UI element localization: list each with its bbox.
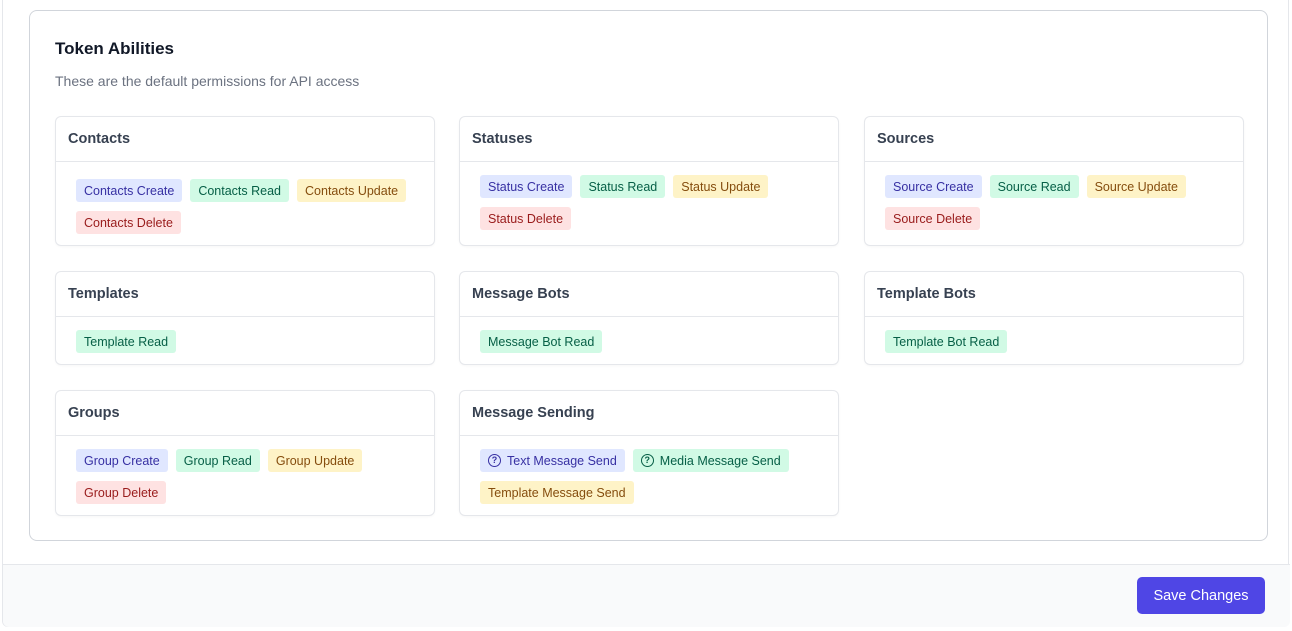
question-circle-icon[interactable]: ? [488,454,501,467]
ability-pill-label: Group Create [84,453,160,468]
ability-pill-label: Text Message Send [507,453,617,468]
ability-pill-label: Status Delete [488,211,564,226]
ability-pill: Template Message Send [480,481,634,504]
save-changes-button[interactable]: Save Changes [1137,577,1265,614]
ability-pill-list: ? Text Message Send? Media Message Send Tem… [460,436,838,504]
ability-pill: Template Bot Read [885,330,1008,353]
ability-pill-list: Template Read [56,317,434,353]
ability-pill: Message Bot Read [480,330,603,353]
ability-pill-label: Group Delete [84,485,159,500]
ability-pill-label: Group Read [183,453,252,468]
ability-pill-label: Template Bot Read [893,334,1000,349]
ability-pill: Group Read [175,449,260,472]
ability-pill-list: Template Bot Read [865,317,1243,353]
ability-pill: ? Media Message Send [632,449,789,472]
ability-pill-label: Contacts Create [84,183,175,198]
ability-pill-label: Contacts Read [198,183,282,198]
token-abilities-card: Token Abilities These are the default pe… [29,10,1268,541]
ability-pill-label: Source Read [997,179,1071,194]
settings-panel: Token Abilities These are the default pe… [2,0,1290,627]
ability-pill: Group Create [76,449,168,472]
ability-pill-label: Template Message Send [488,485,626,500]
ability-pill: Contacts Delete [76,211,181,234]
ability-pill-label: Source Delete [893,211,973,226]
ability-pill: Source Create [885,175,982,198]
ability-group-title: Groups [56,391,434,436]
ability-group-statuses: Statuses Status Create Status Read Status … [459,116,839,246]
ability-pill-label: Status Create [488,179,565,194]
ability-pill-list: Source Create Source Read Source Update Sou… [865,162,1243,230]
ability-pill-label: Contacts Update [305,183,399,198]
ability-group-title: Sources [865,117,1243,162]
ability-pill-label: Group Update [275,453,355,468]
ability-group-templates: Templates Template Read [55,271,435,365]
ability-group-sources: Sources Source Create Source Read Source U… [864,116,1244,246]
ability-pill-label: Source Create [893,179,974,194]
ability-pill-list: Message Bot Read [460,317,838,353]
ability-pill: Source Delete [885,207,981,230]
ability-pill-label: Contacts Delete [84,215,173,230]
ability-group-title: Message Sending [460,391,838,436]
ability-pill: Source Read [989,175,1079,198]
question-circle-icon[interactable]: ? [640,454,654,467]
ability-pill: Template Read [76,330,177,353]
ability-group-title: Contacts [56,117,434,162]
ability-pill: Status Delete [480,207,572,230]
ability-group-contacts: Contacts Contacts Create Contacts Read Con… [55,116,435,246]
ability-pill: Contacts Create [76,179,183,202]
ability-pill-list: Status Create Status Read Status Update Sta… [460,162,838,230]
ability-pill-list: Group Create Group Read Group Update Group … [56,436,434,504]
ability-group-title: Message Bots [460,272,838,317]
ability-pill: ? Text Message Send [480,449,625,472]
ability-pill: Contacts Read [190,179,290,202]
ability-group-message-sending: Message Sending ? Text Message Send? Media… [459,390,839,516]
ability-pill-list: Contacts Create Contacts Read Contacts Upd… [56,162,434,234]
form-footer: Save Changes [3,564,1290,627]
ability-group-title: Statuses [460,117,838,162]
ability-group-message-bots: Message Bots Message Bot Read [459,271,839,365]
ability-pill-label: Source Update [1094,179,1178,194]
ability-pill-label: Media Message Send [659,453,781,468]
section-subtitle: These are the default permissions for AP… [55,73,360,89]
ability-pill-label: Status Update [681,179,761,194]
ability-pill: Status Create [480,175,573,198]
ability-pill: Contacts Update [297,179,407,202]
section-title: Token Abilities [55,39,175,58]
ability-pill: Status Read [580,175,666,198]
ability-group-groups: Groups Group Create Group Read Group Updat… [55,390,435,516]
ability-pill-label: Message Bot Read [488,334,595,349]
ability-pill: Group Delete [76,481,167,504]
ability-group-title: Template Bots [865,272,1243,317]
ability-pill-label: Status Read [588,179,658,194]
ability-group-title: Templates [56,272,434,317]
ability-group-template-bots: Template Bots Template Bot Read [864,271,1244,365]
ability-pill: Group Update [267,449,363,472]
ability-pill: Status Update [673,175,769,198]
ability-pill: Source Update [1086,175,1186,198]
ability-pill-label: Template Read [84,334,169,349]
